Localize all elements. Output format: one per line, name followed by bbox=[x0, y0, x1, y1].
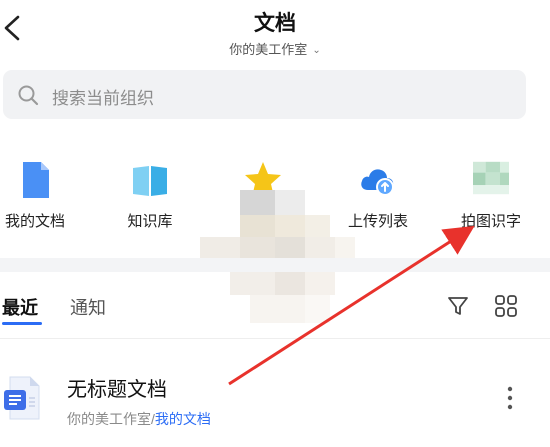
filter-icon bbox=[448, 297, 468, 315]
more-options-button[interactable] bbox=[500, 383, 520, 413]
quick-action-knowledge-base[interactable]: 知识库 bbox=[95, 152, 205, 242]
section-divider bbox=[0, 258, 550, 272]
tab-bar: 最近 通知 bbox=[0, 272, 550, 338]
quick-action-label: 知识库 bbox=[127, 213, 173, 230]
photo-ocr-icon bbox=[473, 161, 509, 195]
tab-notifications[interactable]: 通知 bbox=[70, 294, 106, 320]
my-docs-icon bbox=[23, 162, 49, 198]
document-title: 无标题文档 bbox=[67, 379, 167, 401]
search-bar[interactable]: 搜索当前组织 bbox=[3, 70, 526, 119]
top-bar: 文档 你的美工作室 ⌄ bbox=[0, 0, 550, 62]
active-tab-indicator bbox=[2, 322, 42, 325]
page-title: 文档 bbox=[254, 12, 296, 35]
chevron-down-icon: ⌄ bbox=[312, 45, 321, 56]
search-icon bbox=[18, 85, 39, 106]
grid-view-button[interactable] bbox=[494, 294, 518, 318]
search-placeholder: 搜索当前组织 bbox=[52, 89, 154, 108]
list-item[interactable]: 无标题文档 你的美工作室/我的文档 bbox=[0, 339, 550, 447]
path-folder-link[interactable]: 我的文档 bbox=[155, 411, 211, 427]
filter-button[interactable] bbox=[446, 294, 470, 318]
knowledge-base-icon bbox=[133, 166, 167, 196]
quick-action-label: 我的文档 bbox=[4, 213, 65, 230]
quick-action-my-docs[interactable]: 我的文档 bbox=[0, 152, 90, 242]
org-name: 你的美工作室 bbox=[229, 42, 308, 57]
upload-list-icon bbox=[361, 169, 394, 196]
org-switcher[interactable]: 你的美工作室 ⌄ bbox=[0, 39, 550, 58]
grid-icon bbox=[495, 295, 517, 317]
quick-action-label: 拍图识字 bbox=[460, 213, 521, 230]
document-path: 你的美工作室/我的文档 bbox=[67, 409, 211, 429]
quick-action-photo-ocr[interactable]: 拍图识字 bbox=[436, 152, 546, 242]
tab-recent[interactable]: 最近 bbox=[2, 294, 38, 320]
path-org: 你的美工作室/ bbox=[67, 411, 155, 427]
more-vertical-icon bbox=[507, 386, 513, 410]
document-file-icon bbox=[4, 376, 40, 420]
